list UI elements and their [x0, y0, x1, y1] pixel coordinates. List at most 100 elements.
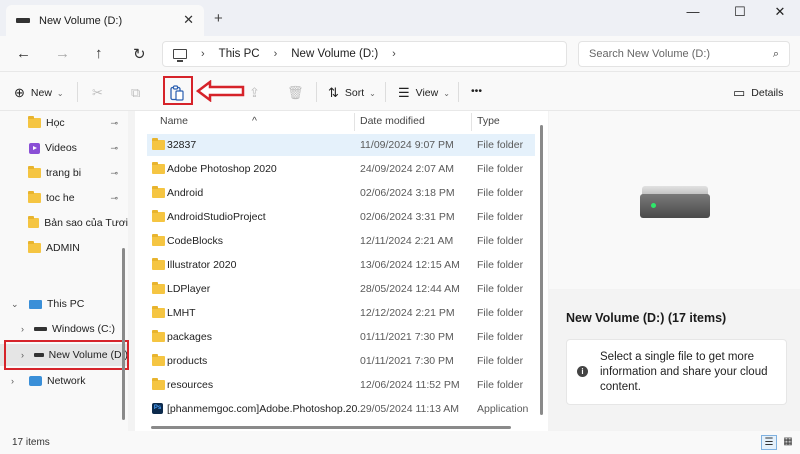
folder-icon [28, 166, 41, 178]
details-view-toggle[interactable]: ☰ [761, 435, 777, 450]
details-message: Select a single file to get more informa… [600, 351, 768, 393]
file-date: 01/11/2021 7:30 PM [360, 355, 454, 367]
chevron-right-icon[interactable]: › [274, 48, 278, 60]
file-row-packages[interactable]: packages 01/11/2021 7:30 PM File folder [147, 326, 535, 348]
forward-button[interactable]: → [55, 45, 70, 62]
chevron-down-icon: ⌄ [443, 88, 450, 98]
chevron-down-icon[interactable]: ⌄ [11, 299, 19, 310]
view-label: View [415, 87, 439, 99]
chevron-down-icon: ⌄ [56, 88, 64, 98]
file-row-illustrator-2020[interactable]: Illustrator 2020 13/06/2024 12:15 AM Fil… [147, 254, 535, 276]
tiles-view-toggle[interactable]: ▦ [780, 435, 796, 450]
file-date: 28/05/2024 12:44 AM [360, 283, 460, 295]
file-row-android[interactable]: Android 02/06/2024 3:18 PM File folder [147, 182, 535, 204]
column-divider[interactable] [471, 113, 472, 131]
back-button[interactable]: ← [16, 45, 31, 62]
column-date-modified[interactable]: Date modified [360, 115, 425, 127]
details-pane-button[interactable]: ▭ Details [733, 85, 783, 101]
more-icon: ••• [471, 85, 483, 97]
file-row-resources[interactable]: resources 12/06/2024 11:52 PM File folde… [147, 374, 535, 396]
trash-icon: 🗑 [287, 85, 304, 100]
nav-item-network[interactable]: › Network [0, 370, 128, 392]
file-row-products[interactable]: products 01/11/2021 7:30 PM File folder [147, 350, 535, 372]
chevron-right-icon[interactable]: › [201, 48, 205, 60]
folder-icon [152, 138, 165, 150]
file-type: File folder [477, 139, 524, 151]
pin-icon: ⊸ [110, 192, 118, 203]
new-tab-button[interactable]: + [214, 10, 223, 27]
window-tab[interactable]: New Volume (D:) ✕ [6, 5, 204, 36]
nav-item-admin[interactable]: ADMIN [0, 237, 128, 259]
search-icon: ⌕ [772, 48, 779, 60]
close-tab-button[interactable]: ✕ [183, 12, 194, 28]
file-date: 29/05/2024 11:13 AM [360, 403, 460, 415]
more-options-button[interactable]: ••• [471, 85, 482, 97]
file-type: File folder [477, 187, 524, 199]
nav-item-windows-c[interactable]: › Windows (C:) [0, 318, 128, 340]
address-bar[interactable]: › This PC › New Volume (D:) › [162, 41, 567, 67]
cut-button[interactable]: ✂ [92, 85, 109, 101]
folder-icon [28, 216, 40, 228]
file-type: File folder [477, 259, 524, 271]
column-divider[interactable] [354, 113, 355, 131]
pin-icon: ⊸ [110, 167, 118, 178]
copy-button[interactable]: ⧉ [131, 85, 146, 101]
new-button[interactable]: ⊕ New ⌄ [14, 85, 64, 101]
nav-item-trang-bi[interactable]: trang bi ⊸ [0, 162, 128, 184]
divider [385, 82, 386, 102]
item-count: 17 items [12, 437, 50, 448]
paste-highlight-box [163, 76, 193, 105]
close-window-button[interactable]: ✕ [760, 4, 800, 20]
computer-icon [173, 49, 187, 62]
share-button[interactable]: ⇪ [249, 85, 266, 101]
details-pane-icon: ▭ [733, 85, 746, 100]
folder-icon [152, 162, 165, 174]
drive-icon [34, 327, 47, 331]
nav-item-label: Videos [45, 142, 77, 154]
file-row-androidstudioproject[interactable]: AndroidStudioProject 02/06/2024 3:31 PM … [147, 206, 535, 228]
file-type: File folder [477, 355, 524, 367]
sort-button[interactable]: ⇅ Sort ⌄ [328, 85, 376, 101]
up-button[interactable]: ↑ [95, 45, 103, 62]
file-row-adobe-photoshop-2020[interactable]: Adobe Photoshop 2020 24/09/2024 2:07 AM … [147, 158, 535, 180]
file-row-lmht[interactable]: LMHT 12/12/2024 2:21 PM File folder [147, 302, 535, 324]
nav-item-toc-he[interactable]: toc he ⊸ [0, 187, 128, 209]
refresh-button[interactable]: ↻ [133, 45, 146, 63]
vertical-scrollbar[interactable] [540, 125, 543, 415]
maximize-button[interactable]: ☐ [720, 4, 760, 20]
file-row-ldplayer[interactable]: LDPlayer 28/05/2024 12:44 AM File folder [147, 278, 535, 300]
file-name: LMHT [167, 307, 196, 319]
view-button[interactable]: ☰ View ⌄ [398, 85, 450, 101]
file-name: 32837 [167, 139, 197, 151]
column-type[interactable]: Type [477, 115, 500, 127]
file-row-32837[interactable]: 32837 11/09/2024 9:07 PM File folder [147, 134, 535, 156]
nav-item-ban-sao[interactable]: Bản sao của Tươi [0, 212, 128, 234]
breadcrumb-this-pc[interactable]: This PC [219, 48, 260, 60]
search-input[interactable]: Search New Volume (D:) ⌕ [578, 41, 790, 67]
nav-item-hoc[interactable]: Học ⊸ [0, 112, 128, 134]
nav-item-label: ADMIN [46, 242, 80, 254]
title-bar: New Volume (D:) ✕ + — ☐ ✕ [0, 0, 800, 36]
navigation-scrollbar[interactable] [122, 248, 125, 420]
file-row-photoshop-installer[interactable]: Ps [phanmemgoc.com]Adobe.Photoshop.20...… [147, 398, 535, 420]
folder-icon [152, 186, 165, 198]
chevron-right-icon[interactable]: › [392, 48, 396, 60]
nav-item-this-pc[interactable]: ⌄ This PC [0, 293, 128, 315]
file-type: File folder [477, 211, 524, 223]
chevron-right-icon[interactable]: › [21, 324, 24, 334]
details-label: Details [751, 87, 784, 99]
chevron-right-icon[interactable]: › [11, 376, 14, 386]
file-name: resources [167, 379, 214, 391]
breadcrumb-new-volume[interactable]: New Volume (D:) [291, 48, 378, 60]
delete-button[interactable]: 🗑 [287, 85, 310, 101]
column-name[interactable]: Name [160, 115, 188, 127]
folder-icon [152, 282, 165, 294]
nav-item-videos[interactable]: Videos ⊸ [0, 137, 128, 159]
nav-item-label: Network [47, 375, 86, 387]
file-name: Illustrator 2020 [167, 259, 237, 271]
file-row-codeblocks[interactable]: CodeBlocks 12/11/2024 2:21 AM File folde… [147, 230, 535, 252]
file-name: products [167, 355, 208, 367]
horizontal-scrollbar[interactable] [151, 426, 511, 429]
minimize-button[interactable]: — [673, 4, 713, 20]
nav-item-label: toc he [46, 192, 75, 204]
